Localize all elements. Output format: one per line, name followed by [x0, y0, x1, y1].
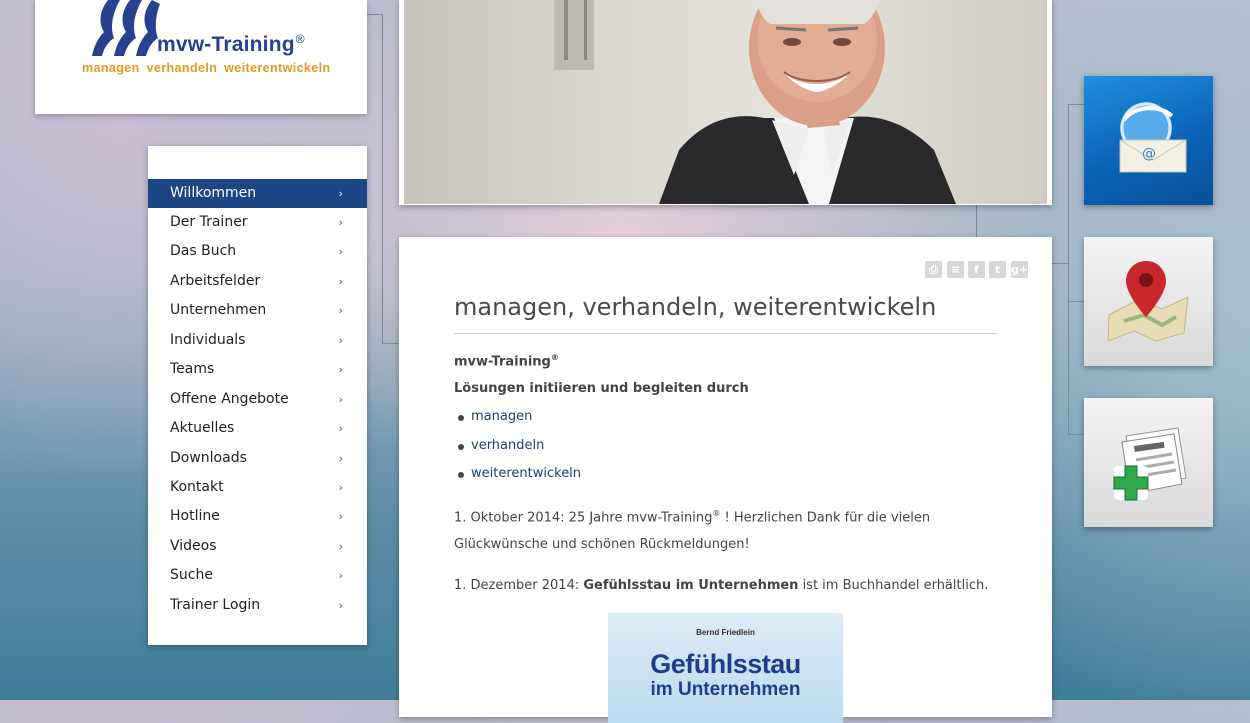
book-cover-image[interactable]: Bernd Friedlein Gefühlsstau im Unternehm… — [608, 613, 843, 723]
chevron-right-icon: › — [338, 393, 343, 406]
bullet-icon — [458, 444, 464, 450]
chevron-right-icon: › — [338, 216, 343, 229]
nav-item-teams[interactable]: Teams › — [148, 355, 367, 384]
chevron-right-icon: › — [338, 304, 343, 317]
main-navigation: Willkommen › Der Trainer › Das Buch › Arbei… — [148, 146, 367, 645]
nav-item-label: Videos — [170, 538, 217, 554]
intro-text: Lösungen initiieren und begleiten durch — [454, 381, 749, 396]
nav-item-label: Unternehmen — [170, 302, 267, 318]
chevron-right-icon: › — [338, 540, 343, 553]
logo-title: mvw-Training® — [157, 32, 305, 56]
logo-heads-icon — [92, 0, 160, 56]
nav-item-suche[interactable]: Suche › — [148, 561, 367, 590]
connector-line — [1052, 263, 1068, 264]
chevron-right-icon: › — [338, 452, 343, 465]
bullet-icon — [458, 415, 464, 421]
nav-item-label: Kontakt — [170, 479, 224, 495]
nav-item-label: Suche — [170, 567, 213, 583]
connector-line — [1068, 104, 1069, 435]
connector-line — [1068, 104, 1084, 105]
nav-item-kontakt[interactable]: Kontakt › — [148, 473, 367, 502]
nav-item-label: Das Buch — [170, 243, 237, 259]
connector-line — [976, 205, 977, 237]
nav-item-label: Aktuelles — [170, 420, 235, 436]
map-pin-icon — [1107, 261, 1189, 342]
nav-item-label: Individuals — [170, 332, 246, 348]
nav-item-trainer-login[interactable]: Trainer Login › — [148, 591, 367, 620]
brand-heading: mvw-Training® — [454, 353, 559, 370]
pdf-icon[interactable]: ≡ — [947, 261, 964, 278]
nav-item-label: Trainer Login — [170, 597, 261, 613]
nav-item-videos[interactable]: Videos › — [148, 532, 367, 561]
book-author: Bernd Friedlein — [696, 628, 755, 637]
logo-tagline: managen verhandeln weiterentwickeln — [82, 61, 331, 75]
nav-item-individuals[interactable]: Individuals › — [148, 326, 367, 355]
nav-item-unternehmen[interactable]: Unternehmen › — [148, 296, 367, 325]
content-panel: ⎙ ≡ f t g+ managen, verhandeln, weiteren… — [399, 237, 1052, 723]
nav-item-label: Offene Angebote — [170, 391, 289, 407]
title-divider — [454, 333, 997, 334]
location-tile[interactable] — [1084, 237, 1213, 366]
chevron-right-icon: › — [338, 569, 343, 582]
bullet-icon — [458, 472, 464, 478]
facebook-icon[interactable]: f — [968, 261, 985, 278]
nav-item-aktuelles[interactable]: Aktuelles › — [148, 414, 367, 443]
connector-line — [382, 14, 383, 344]
hero-banner — [399, 0, 1052, 205]
book-subtitle: im Unternehmen — [650, 679, 801, 700]
email-contact-tile[interactable]: @ — [1084, 76, 1213, 205]
trainer-portrait-image — [554, 0, 956, 204]
logo[interactable]: mvw-Training® managen verhandeln weitere… — [35, 0, 367, 114]
chevron-right-icon: › — [338, 187, 343, 200]
svg-text:@: @ — [1142, 146, 1156, 162]
chevron-right-icon: › — [338, 275, 343, 288]
nav-item-label: Der Trainer — [170, 214, 248, 230]
google-plus-icon[interactable]: g+ — [1011, 261, 1028, 278]
link-weiterentwickeln[interactable]: weiterentwickeln — [471, 466, 581, 481]
chevron-right-icon: › — [338, 599, 343, 612]
nav-item-label: Willkommen — [170, 185, 257, 201]
news-item-anniversary-line2: Glückwünsche und schönen Rückmeldungen! — [454, 537, 750, 552]
print-icon[interactable]: ⎙ — [925, 261, 942, 278]
chevron-right-icon: › — [338, 334, 343, 347]
link-managen[interactable]: managen — [471, 409, 532, 424]
connector-line — [382, 343, 399, 344]
nav-item-arbeitsfelder[interactable]: Arbeitsfelder › — [148, 267, 367, 296]
news-add-icon — [1113, 427, 1187, 501]
nav-item-label: Downloads — [170, 450, 247, 466]
page-title: managen, verhandeln, weiterentwickeln — [454, 293, 937, 321]
nav-item-downloads[interactable]: Downloads › — [148, 444, 367, 473]
nav-item-das-buch[interactable]: Das Buch › — [148, 237, 367, 266]
nav-item-willkommen[interactable]: Willkommen › — [148, 179, 367, 208]
email-icon: @ — [1119, 102, 1187, 173]
nav-item-der-trainer[interactable]: Der Trainer › — [148, 208, 367, 237]
connector-line — [1068, 301, 1084, 302]
nav-item-offene-angebote[interactable]: Offene Angebote › — [148, 385, 367, 414]
chevron-right-icon: › — [338, 363, 343, 376]
news-item-book: 1. Dezember 2014: Gefühlsstau im Unterne… — [454, 578, 989, 593]
nav-item-hotline[interactable]: Hotline › — [148, 502, 367, 531]
nav-item-label: Hotline — [170, 508, 220, 524]
nav-item-label: Arbeitsfelder — [170, 273, 261, 289]
nav-item-label: Teams — [170, 361, 215, 377]
link-verhandeln[interactable]: verhandeln — [471, 438, 544, 453]
book-title: Gefühlsstau — [650, 649, 801, 679]
news-item-anniversary: 1. Oktober 2014: 25 Jahre mvw-Training® … — [454, 509, 931, 526]
chevron-right-icon: › — [338, 422, 343, 435]
connector-line — [1068, 434, 1084, 435]
chevron-right-icon: › — [338, 481, 343, 494]
newsletter-tile[interactable] — [1084, 398, 1213, 527]
twitter-icon[interactable]: t — [989, 261, 1006, 278]
chevron-right-icon: › — [338, 245, 343, 258]
connector-line — [367, 14, 383, 15]
hero-photo — [404, 0, 1047, 204]
chevron-right-icon: › — [338, 510, 343, 523]
